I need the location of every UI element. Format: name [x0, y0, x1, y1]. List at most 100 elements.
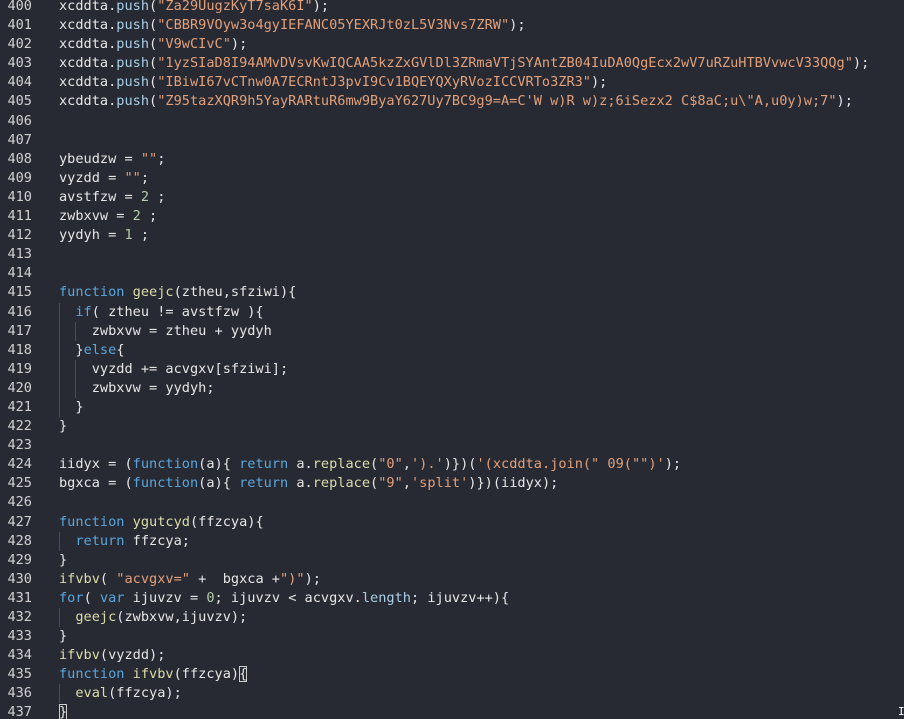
matching-bracket: {: [239, 666, 248, 683]
code-token: "": [140, 150, 158, 167]
code-token: }: [59, 628, 68, 645]
line-number: 422: [7, 418, 32, 435]
code-line[interactable]: 430 ifvbv( "acvgxv=" + bgxca +")");: [0, 570, 904, 589]
code-line[interactable]: 424 iidyx = (function(a){ return a.replac…: [0, 455, 904, 474]
code-token: (ffzcya): [173, 666, 240, 683]
code-line[interactable]: 408 ybeudzw = "";: [0, 150, 904, 169]
line-code: iidyx = (function(a){ return a.replace("…: [59, 455, 681, 474]
indent-guide: [75, 359, 77, 379]
code-line[interactable]: 412 yydyh = 1 ;: [0, 226, 904, 245]
code-token: "V9wCIvC": [157, 36, 231, 53]
indent-guide: [59, 608, 60, 628]
line-number: 423: [7, 437, 32, 454]
code-line[interactable]: 423: [0, 436, 904, 455]
code-line[interactable]: 402 xcddta.push("V9wCIvC");: [0, 35, 904, 54]
code-token: "IBiwI67vCTnw0A7ECRntJ3pvI9Cv1BQEYQXyRVo…: [157, 74, 591, 91]
code-line[interactable]: 427 function ygutcyd(ffzcya){: [0, 513, 904, 532]
code-line[interactable]: 435 function ifvbv(ffzcya){: [0, 665, 904, 684]
code-token: ; ijuvzv < acvgxv.: [214, 589, 362, 606]
code-line[interactable]: 418}else{: [0, 340, 904, 360]
code-line[interactable]: 409 vyzdd = "";: [0, 169, 904, 188]
code-token: zwbxvw =: [59, 208, 133, 225]
code-token: "9": [378, 475, 403, 492]
code-token: ; ijuvzv++){: [410, 589, 510, 606]
code-token: function: [59, 666, 125, 683]
code-line[interactable]: 406: [0, 112, 904, 131]
line-number: 424: [7, 456, 32, 473]
line-number: 431: [7, 589, 32, 606]
code-editor[interactable]: 400 xcddta.push("Za29UugzKyT7saK6I"); 401 x…: [0, 0, 904, 719]
code-token: 2: [140, 188, 150, 205]
code-token: zwbxvw = ztheu + yydyh: [91, 322, 272, 339]
code-line[interactable]: 404 xcddta.push("IBiwI67vCTnw0A7ECRntJ3pv…: [0, 73, 904, 92]
code-token: for: [59, 589, 84, 606]
code-line[interactable]: 403 xcddta.push("1yzSIaD8I94AMvDVsvKwIQCA…: [0, 54, 904, 73]
code-line[interactable]: 400 xcddta.push("Za29UugzKyT7saK6I");: [0, 0, 904, 16]
code-token: function: [132, 475, 199, 492]
code-token: 'split': [410, 475, 469, 492]
code-line[interactable]: 415 function geejc(ztheu,sfziwi){: [0, 283, 904, 302]
code-token: ygutcyd: [132, 513, 190, 530]
code-token: bgxca = (: [59, 475, 133, 492]
code-line[interactable]: 416 if( ztheu != avstfzw ){: [0, 302, 904, 322]
code-token: ifvbv: [59, 647, 100, 664]
code-line[interactable]: 433}: [0, 627, 904, 646]
code-token: );: [852, 55, 870, 72]
code-line[interactable]: 414: [0, 264, 904, 283]
indent-guide: [59, 302, 60, 322]
code-line[interactable]: 413: [0, 245, 904, 264]
code-line[interactable]: 422}: [0, 417, 904, 436]
code-line[interactable]: 437}: [0, 703, 904, 719]
line-code: ifvbv(vyzdd);: [59, 646, 165, 665]
code-line[interactable]: 432 geejc(zwbxvw,ijuvzv);: [0, 608, 904, 628]
code-token: ;: [132, 227, 150, 244]
code-token: }: [75, 398, 84, 415]
line-number: 405: [7, 93, 32, 110]
line-number: 425: [7, 475, 32, 492]
code-token: );: [312, 0, 330, 14]
code-line[interactable]: 405 xcddta.push("Z95tazXQR9h5YayRARtuR6mw…: [0, 92, 904, 111]
line-code: zwbxvw = yydyh;: [92, 379, 215, 398]
code-token: ( ztheu != avstfzw ){: [91, 303, 264, 320]
code-token: yydyh =: [59, 227, 125, 244]
code-line[interactable]: 410 avstfzw = 2 ;: [0, 188, 904, 207]
code-line[interactable]: 419 vyzdd += acvgxv[sfziwi];: [0, 359, 904, 379]
code-line[interactable]: 417 zwbxvw = ztheu + yydyh: [0, 321, 904, 341]
code-line[interactable]: 434 ifvbv(vyzdd);: [0, 646, 904, 665]
code-token: push: [116, 74, 150, 91]
code-line[interactable]: 411 zwbxvw = 2 ;: [0, 207, 904, 226]
code-line[interactable]: 407: [0, 131, 904, 150]
code-token: length: [361, 589, 411, 606]
code-token: (: [370, 456, 379, 473]
code-token: ybeudzw =: [59, 150, 141, 167]
code-line[interactable]: 436 eval(ffzcya);: [0, 684, 904, 704]
code-line[interactable]: 421}: [0, 397, 904, 418]
code-line[interactable]: 428 return ffzcya;: [0, 531, 904, 551]
indent-guide: [59, 531, 60, 551]
code-token: )})(: [443, 456, 477, 473]
code-token: ifvbv: [132, 666, 174, 683]
line-code: function ifvbv(ffzcya){: [59, 665, 248, 684]
line-number: 402: [7, 36, 32, 53]
line-code: }else{: [75, 341, 124, 360]
code-line[interactable]: 429}: [0, 551, 904, 570]
indent-guide: [59, 321, 60, 341]
code-line[interactable]: 401 xcddta.push("CBBR9VOyw3o4gyIEFANC05YE…: [0, 16, 904, 35]
code-token: (: [99, 570, 117, 587]
code-token: );: [304, 570, 321, 587]
code-line[interactable]: 431 for( var ijuvzv = 0; ijuvzv < acvgxv.…: [0, 589, 904, 608]
code-line[interactable]: 426: [0, 493, 904, 512]
code-token: vyzdd =: [59, 169, 125, 186]
code-token: (vyzdd);: [99, 647, 166, 664]
code-line[interactable]: 425 bgxca = (function(a){ return a.replac…: [0, 474, 904, 493]
code-line[interactable]: 420 zwbxvw = yydyh;: [0, 378, 904, 398]
code-token: )})(iidyx);: [468, 475, 559, 492]
code-token: );: [230, 36, 248, 53]
code-token: (: [149, 0, 158, 14]
code-token: avstfzw =: [59, 188, 141, 205]
code-token: xcddta: [59, 17, 109, 34]
code-token: 1: [124, 227, 133, 244]
line-number: 420: [7, 379, 32, 396]
code-token: (: [149, 74, 158, 91]
